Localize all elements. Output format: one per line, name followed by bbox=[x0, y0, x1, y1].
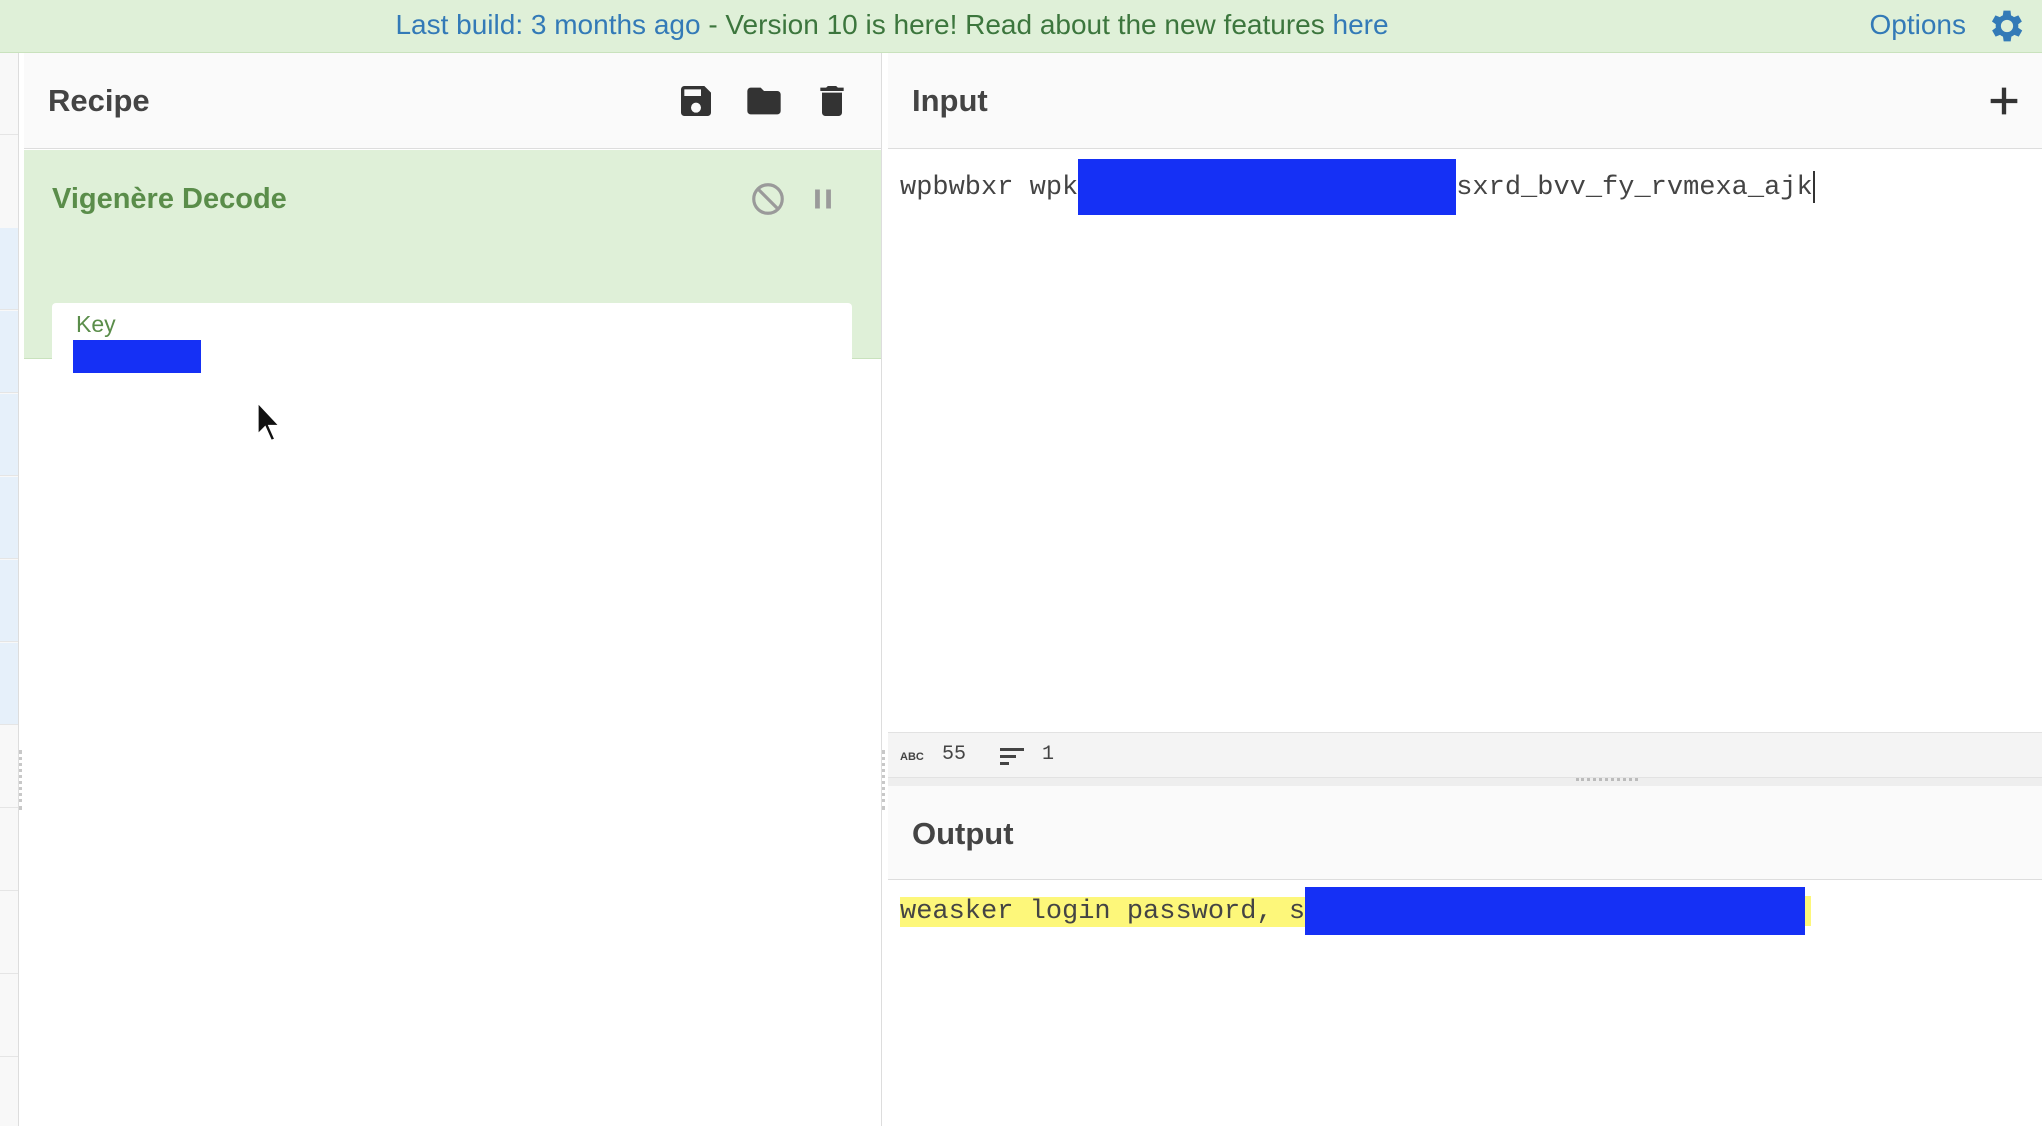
key-label: Key bbox=[76, 311, 116, 337]
redacted-output bbox=[1305, 887, 1806, 935]
input-header: Input bbox=[888, 53, 2042, 149]
svg-text:ABC: ABC bbox=[900, 751, 924, 763]
operation-list-item[interactable] bbox=[0, 726, 18, 808]
redacted-key-value bbox=[73, 340, 201, 373]
recipe-panel: Recipe Vigenère Decode Key bbox=[24, 53, 882, 1126]
folder-icon[interactable] bbox=[744, 81, 784, 121]
features-link[interactable]: here bbox=[1333, 9, 1389, 40]
input-text-end: sxrd_bvv_fy_rvmexa_ajk bbox=[1456, 173, 1813, 204]
text-cursor bbox=[1812, 171, 1815, 203]
splitter-grip[interactable] bbox=[1576, 778, 1638, 781]
operations-panel-edge bbox=[0, 53, 19, 1126]
operation-list-item[interactable] bbox=[0, 311, 18, 393]
output-header: Output bbox=[888, 786, 2042, 880]
line-count: 1 bbox=[1042, 743, 1055, 766]
operation-list-item[interactable] bbox=[0, 560, 18, 642]
save-icon[interactable] bbox=[676, 81, 716, 121]
output-panel: Output weasker login password, s bbox=[888, 786, 2042, 1126]
operation-list-item[interactable] bbox=[0, 892, 18, 974]
panel-resize-handle[interactable] bbox=[19, 750, 22, 810]
input-panel: Input wpbwbxr wpk sxrd_bvv_fy_rvmexa_ajk bbox=[888, 53, 2042, 777]
recipe-header: Recipe bbox=[24, 53, 881, 149]
operation-list-item[interactable] bbox=[0, 809, 18, 891]
operation-list-item[interactable] bbox=[0, 643, 18, 725]
input-title: Input bbox=[912, 83, 988, 118]
gear-icon[interactable] bbox=[1986, 5, 2028, 47]
operation-list-item[interactable] bbox=[0, 228, 18, 310]
trash-icon[interactable] bbox=[812, 81, 852, 121]
redacted-input bbox=[1078, 159, 1457, 215]
version-text: - Version 10 is here! Read about the new… bbox=[700, 9, 1333, 40]
output-textarea[interactable]: weasker login password, s bbox=[900, 887, 1812, 935]
options-button[interactable]: Options bbox=[1870, 0, 1967, 50]
add-icon[interactable] bbox=[1984, 81, 2024, 121]
key-input[interactable]: Key bbox=[52, 303, 852, 383]
char-count-icon: ABC bbox=[900, 751, 924, 763]
operation-list-item[interactable] bbox=[0, 975, 18, 1057]
recipe-title: Recipe bbox=[48, 83, 150, 118]
output-highlight-end bbox=[1805, 896, 1812, 926]
operation-name: Vigenère Decode bbox=[52, 183, 287, 215]
last-build-text: Last build: 3 months ago bbox=[395, 9, 701, 40]
notification-banner: Last build: 3 months ago - Version 10 is… bbox=[0, 0, 2042, 53]
operation-list-item[interactable] bbox=[0, 394, 18, 476]
pause-icon[interactable] bbox=[804, 180, 842, 218]
output-text-start: weasker login password, s bbox=[900, 897, 1306, 928]
output-title: Output bbox=[912, 816, 1014, 851]
input-status-bar: ABC 55 1 bbox=[888, 732, 2042, 778]
line-count-icon bbox=[1000, 748, 1024, 765]
char-count: 55 bbox=[942, 743, 967, 766]
input-text-start: wpbwbxr wpk bbox=[900, 173, 1079, 204]
operation-list-item[interactable] bbox=[0, 53, 18, 135]
io-splitter[interactable] bbox=[888, 778, 2042, 786]
input-textarea[interactable]: wpbwbxr wpk sxrd_bvv_fy_rvmexa_ajk bbox=[900, 159, 1815, 215]
operation-list-item[interactable] bbox=[0, 477, 18, 559]
mouse-pointer-icon bbox=[256, 400, 283, 443]
banner-message: Last build: 3 months ago - Version 10 is… bbox=[0, 0, 1784, 50]
panel-resize-handle[interactable] bbox=[882, 750, 885, 810]
disable-icon[interactable] bbox=[749, 180, 787, 218]
recipe-operation[interactable]: Vigenère Decode Key bbox=[24, 150, 881, 383]
